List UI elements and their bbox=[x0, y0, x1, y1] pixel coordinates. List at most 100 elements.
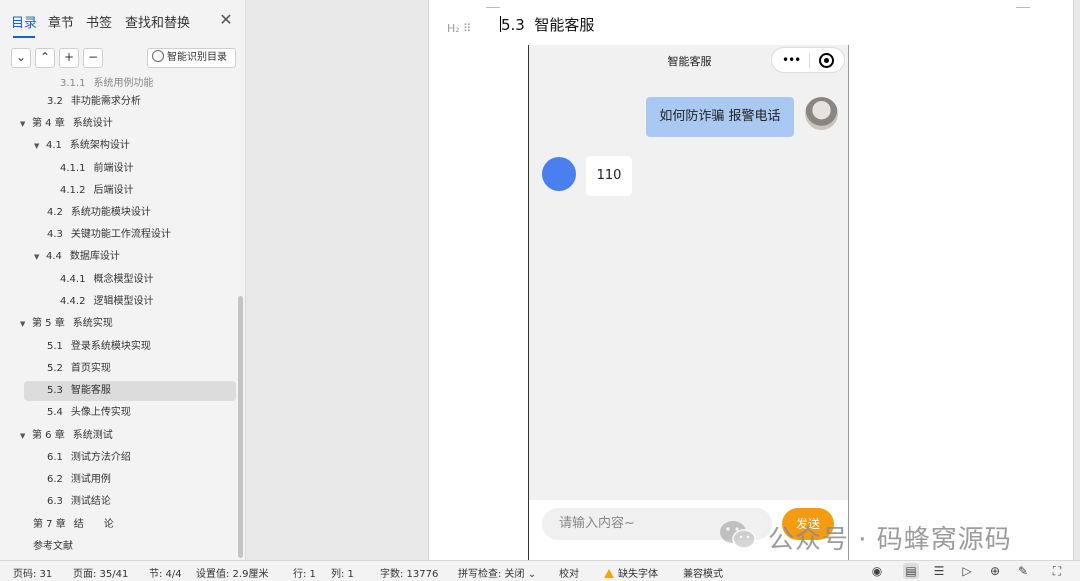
toc-item[interactable]: ▼ 4.4 数据库设计 bbox=[34, 247, 120, 267]
tab-toc[interactable]: 目录 bbox=[11, 12, 37, 38]
toc-item-number: 第 6 章 bbox=[32, 430, 65, 441]
toc-item[interactable]: 4.4.2 逻辑模型设计 bbox=[60, 292, 153, 312]
toc-item-title: 结 论 bbox=[73, 519, 114, 530]
heading-text: 智能客服 bbox=[534, 16, 595, 34]
toc-item[interactable]: ▼ 第 4 章系统设计 bbox=[20, 114, 113, 134]
smart-toc-button[interactable]: 智能识别目录 bbox=[147, 48, 236, 68]
tab-bookmarks[interactable]: 书签 bbox=[86, 12, 112, 31]
toc-item-number: 4.4.2 bbox=[60, 296, 86, 307]
toc-item-title: 后端设计 bbox=[93, 185, 134, 196]
watermark-text: 公众号 · 码蜂窝源码 bbox=[768, 525, 1012, 555]
play-icon[interactable]: ▷ bbox=[959, 563, 975, 579]
expand-level-button[interactable]: ⌃ bbox=[35, 48, 55, 68]
toc-item[interactable]: 参考文献 bbox=[33, 537, 73, 557]
toc-item-title: 系统测试 bbox=[72, 430, 113, 441]
toc-item-title: 系统实现 bbox=[72, 318, 113, 329]
status-row[interactable]: 行: 1 bbox=[293, 565, 316, 580]
status-column[interactable]: 列: 1 bbox=[331, 565, 354, 580]
toc-item[interactable]: 第 7 章结 论 bbox=[33, 515, 114, 535]
status-bar: 页码: 31 页面: 35/41 节: 4/4 设置值: 2.9厘米 行: 1 … bbox=[0, 560, 1080, 581]
remove-heading-button[interactable]: − bbox=[83, 48, 103, 68]
toc-item-number: 5.2 bbox=[47, 363, 63, 374]
expand-arrow-icon[interactable]: ▼ bbox=[34, 247, 46, 267]
status-page[interactable]: 页面: 35/41 bbox=[73, 565, 128, 580]
toc-item-number: 6.3 bbox=[47, 496, 63, 507]
toc-item[interactable]: 4.1.1 前端设计 bbox=[60, 159, 133, 179]
toc-item[interactable]: ▼ 第 6 章系统测试 bbox=[20, 426, 113, 446]
toc-item-title: 系统设计 bbox=[72, 118, 113, 129]
toc-item[interactable]: 6.3 测试结论 bbox=[47, 492, 111, 512]
expand-arrow-icon[interactable]: ▼ bbox=[34, 136, 46, 156]
toc-item-title: 头像上传实现 bbox=[70, 407, 131, 418]
fullscreen-icon[interactable]: ⛶ bbox=[1049, 563, 1065, 579]
toc-item[interactable]: 5.3 智能客服 bbox=[24, 381, 236, 401]
toc-item-number: 6.1 bbox=[47, 452, 63, 463]
section-heading[interactable]: 5.3 智能客服 bbox=[500, 14, 594, 35]
navigation-pane: 目录 章节 书签 查找和替换 ✕ ⌄ ⌃ + − 智能识别目录 3.1.1 系统用… bbox=[0, 0, 246, 560]
toc-item[interactable]: 5.4 头像上传实现 bbox=[47, 403, 131, 423]
toc-item[interactable]: 6.2 测试用例 bbox=[47, 470, 111, 490]
toc-item[interactable]: 3.1.1 系统用例功能 bbox=[60, 74, 153, 94]
toc-scrollbar[interactable] bbox=[238, 296, 243, 558]
toc-item[interactable]: 4.3 关键功能工作流程设计 bbox=[47, 225, 171, 245]
user-avatar bbox=[805, 97, 838, 130]
status-section[interactable]: 节: 4/4 bbox=[149, 565, 182, 580]
toc-item[interactable]: 5.2 首页实现 bbox=[47, 359, 111, 379]
compat-mode-label[interactable]: 兼容模式 bbox=[683, 565, 723, 580]
toc-item-title: 前端设计 bbox=[93, 163, 134, 174]
nav-tabs: 目录 章节 书签 查找和替换 ✕ bbox=[0, 0, 246, 42]
spell-check-toggle[interactable]: 拼写检查: 关闭 ⌄ bbox=[458, 565, 536, 580]
toc-item-title: 数据库设计 bbox=[69, 251, 120, 262]
proofread-button[interactable]: 校对 bbox=[559, 565, 579, 580]
web-view-icon[interactable]: ⊕ bbox=[987, 563, 1003, 579]
expand-arrow-icon[interactable]: ▼ bbox=[20, 426, 32, 446]
heading-level-marker[interactable]: H₂ ⠿ bbox=[447, 22, 471, 35]
wechat-icon bbox=[720, 521, 756, 549]
status-word-count[interactable]: 字数: 13776 bbox=[380, 565, 438, 580]
toc-item[interactable]: 5.1 登录系统模块实现 bbox=[47, 337, 151, 357]
toc-item-title: 测试结论 bbox=[70, 496, 111, 507]
toc-item[interactable]: 3.2 非功能需求分析 bbox=[47, 92, 141, 112]
smart-toc-label: 智能识别目录 bbox=[167, 52, 227, 63]
toc-item-title: 系统功能模块设计 bbox=[70, 207, 151, 218]
page-corner-mark bbox=[486, 0, 500, 8]
tab-find-replace[interactable]: 查找和替换 bbox=[125, 12, 190, 31]
status-page-code[interactable]: 页码: 31 bbox=[13, 565, 52, 580]
missing-font-label: 缺失字体 bbox=[618, 569, 658, 580]
outline-view-icon[interactable]: ☰ bbox=[931, 563, 947, 579]
toc-item-number: 3.1.1 bbox=[60, 78, 86, 89]
toc-item-number: 第 7 章 bbox=[33, 519, 66, 530]
toc-item-title: 登录系统模块实现 bbox=[70, 341, 151, 352]
add-heading-button[interactable]: + bbox=[59, 48, 79, 68]
toc-item[interactable]: 6.1 测试方法介绍 bbox=[47, 448, 131, 468]
more-icon: ••• bbox=[782, 53, 801, 67]
toc-item[interactable]: 4.2 系统功能模块设计 bbox=[47, 203, 151, 223]
user-message-bubble: 如何防诈骗 报警电话 bbox=[646, 97, 794, 137]
toc-item-title: 首页实现 bbox=[70, 363, 111, 374]
toc-item[interactable]: 4.4.1 概念模型设计 bbox=[60, 270, 153, 290]
toc-item-title: 关键功能工作流程设计 bbox=[70, 229, 171, 240]
warning-icon bbox=[604, 569, 614, 578]
toc-item-title: 系统用例功能 bbox=[93, 78, 154, 89]
pen-icon[interactable]: ✎ bbox=[1015, 563, 1031, 579]
toc-item-number: 4.1.1 bbox=[60, 163, 86, 174]
page-view-icon[interactable]: ▤ bbox=[903, 563, 919, 579]
toc-item-title: 智能客服 bbox=[70, 385, 111, 396]
expand-arrow-icon[interactable]: ▼ bbox=[20, 314, 32, 334]
collapse-all-button[interactable]: ⌄ bbox=[11, 48, 31, 68]
toc-item-number: 4.4.1 bbox=[60, 274, 86, 285]
missing-font-button[interactable]: 缺失字体 bbox=[604, 565, 658, 580]
tab-chapters[interactable]: 章节 bbox=[48, 12, 74, 31]
close-icon[interactable]: ✕ bbox=[216, 10, 236, 30]
eye-icon[interactable]: ◉ bbox=[869, 563, 885, 579]
embedded-chat-screenshot: 智能客服 ••• 如何防诈骗 报警电话 110 请输入内容~ 发送 bbox=[528, 45, 849, 560]
toc-item-title: 参考文献 bbox=[33, 541, 73, 552]
toc-item[interactable]: ▼ 第 5 章系统实现 bbox=[20, 314, 113, 334]
expand-arrow-icon[interactable]: ▼ bbox=[20, 114, 32, 134]
toc-item-title: 测试方法介绍 bbox=[70, 452, 131, 463]
toc-item-number: 4.4 bbox=[46, 251, 62, 262]
status-setting-value[interactable]: 设置值: 2.9厘米 bbox=[196, 565, 268, 580]
toc-item-title: 逻辑模型设计 bbox=[93, 296, 154, 307]
toc-item[interactable]: 4.1.2 后端设计 bbox=[60, 181, 133, 201]
toc-item[interactable]: ▼ 4.1 系统架构设计 bbox=[34, 136, 130, 156]
